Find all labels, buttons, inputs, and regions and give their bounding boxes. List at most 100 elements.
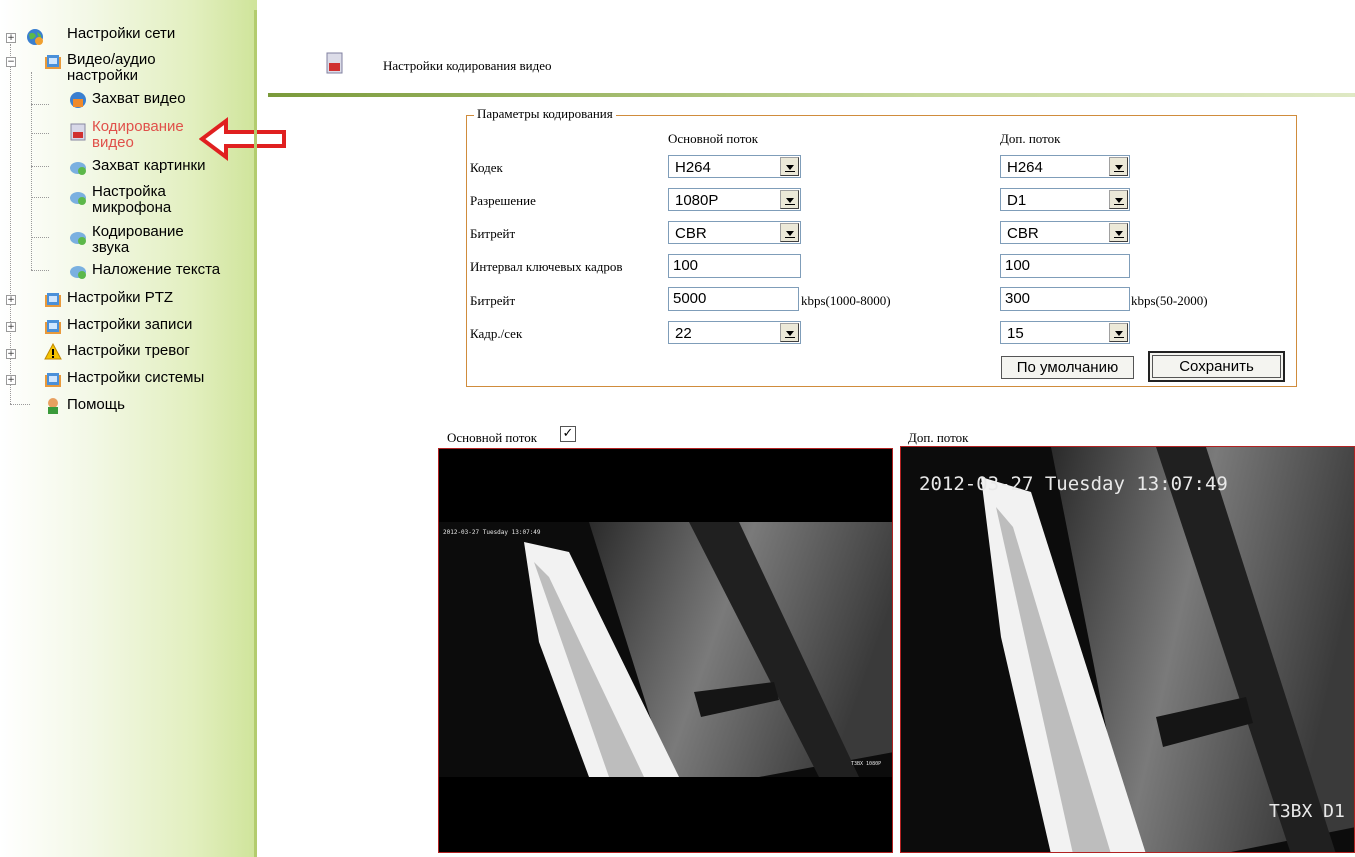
sidebar-border [254,10,257,857]
sub-stream-frame [901,447,1354,852]
sidebar-item-video-capture[interactable]: Захват видео [92,91,186,107]
dropdown-arrow-icon[interactable] [1109,157,1128,176]
main-bitrate-mode-select[interactable]: CBR [668,221,801,244]
codec-label: Кодек [470,160,503,175]
tree-line [31,72,32,270]
sub-keyframe-input[interactable]: 100 [1000,254,1130,278]
dropdown-arrow-icon[interactable] [1109,190,1128,209]
tree-line [31,166,49,167]
sidebar-item-label: настройки [67,67,139,84]
red-arrow-icon [199,117,286,161]
page-title: Настройки кодирования видео [383,58,552,73]
tree-line [10,404,30,405]
select-value: CBR [1007,225,1039,242]
sidebar-item-video-audio[interactable]: Видео/аудио настройки [67,52,156,84]
sidebar-item-microphone[interactable]: Настройка микрофона [92,184,171,216]
video-capture-icon [70,92,86,108]
main-keyframe-input[interactable]: 100 [668,254,801,278]
expand-plus-icon[interactable]: + [6,33,16,43]
sidebar-item-video-encoding[interactable]: Кодирование видео [92,119,184,151]
document-icon [326,52,343,74]
main-resolution-select[interactable]: 1080P [668,188,801,211]
header-divider [268,93,1355,97]
expand-plus-icon[interactable]: + [6,322,16,332]
sidebar-tree: + Настройки сети − Видео/аудио настройки… [0,0,286,857]
sidebar-item-label: Кодирование [92,223,184,240]
sub-osd-timestamp: 2012-03-27 Tuesday 13:07:49 [919,473,1228,495]
sub-resolution-select[interactable]: D1 [1000,188,1130,211]
audio-icon [70,232,86,245]
expand-plus-icon[interactable]: + [6,375,16,385]
sidebar-item-label: Видео/аудио [67,51,156,68]
fieldset-legend: Параметры кодирования [474,106,616,122]
sidebar-item-label: звука [92,239,130,256]
select-value: 22 [675,325,692,342]
select-value: D1 [1007,192,1027,209]
dropdown-arrow-icon[interactable] [1109,223,1128,242]
text-overlay-icon [70,266,86,279]
sidebar-item-label: Кодирование [92,118,184,135]
sidebar-item-label: Настройка [92,183,166,200]
select-value: 15 [1007,325,1024,342]
select-value: H264 [1007,159,1043,176]
network-globe-icon [27,29,43,45]
expand-plus-icon[interactable]: + [6,295,16,305]
tree-line [31,197,49,198]
save-button-label: Сохранить [1152,355,1281,378]
main-stream-header: Основной поток [668,131,759,146]
dropdown-arrow-icon[interactable] [780,157,799,176]
select-value: 1080P [675,192,719,209]
sidebar-item-label: микрофона [92,199,172,216]
main-osd-timestamp: 2012-03-27 Tuesday 13:07:49 [443,529,541,536]
help-icon [48,398,58,414]
sub-stream-video: 2012-03-27 Tuesday 13:07:49 T3BX D1 [900,446,1355,853]
main-codec-select[interactable]: H264 [668,155,801,178]
dropdown-arrow-icon[interactable] [780,223,799,242]
sub-bitrate-mode-select[interactable]: CBR [1000,221,1130,244]
sidebar-item-network[interactable]: Настройки сети [67,26,175,42]
sidebar-item-system[interactable]: Настройки системы [67,370,204,386]
sub-osd-camera-name: T3BX D1 [1269,801,1345,822]
dropdown-arrow-icon[interactable] [1109,323,1128,342]
sidebar-item-help[interactable]: Помощь [67,397,125,413]
save-button[interactable]: Сохранить [1148,351,1285,382]
dropdown-arrow-icon[interactable] [780,190,799,209]
main-bitrate-input[interactable]: 5000 [668,287,799,311]
main-fps-select[interactable]: 22 [668,321,801,344]
encoding-params-fieldset [466,115,1297,387]
sidebar-item-picture-capture[interactable]: Захват картинки [92,158,205,174]
sub-preview-label: Доп. поток [908,430,969,445]
main-stream-frame [439,522,892,777]
sub-bitrate-input[interactable]: 300 [1000,287,1130,311]
bitrate-label: Битрейт [470,293,516,308]
main-preview-checkbox[interactable]: ✓ [560,426,576,442]
picture-capture-icon [70,162,86,175]
sub-fps-select[interactable]: 15 [1000,321,1130,344]
tree-line [31,104,49,105]
sidebar-item-recording[interactable]: Настройки записи [67,317,192,333]
document-icon [70,123,86,141]
tree-line [31,237,49,238]
collapse-minus-icon[interactable]: − [6,57,16,67]
expand-plus-icon[interactable]: + [6,349,16,359]
folder-icon [45,373,61,387]
default-button[interactable]: По умолчанию [1001,356,1134,379]
dropdown-arrow-icon[interactable] [780,323,799,342]
tree-line [31,270,49,271]
sidebar-item-audio-encoding[interactable]: Кодирование звука [92,224,184,256]
sub-stream-header: Доп. поток [1000,131,1061,146]
main-preview-label: Основной поток [447,430,538,445]
main-stream-video: 2012-03-27 Tuesday 13:07:49 T3BX 1080P [438,448,893,853]
folder-icon [45,55,61,69]
sub-bitrate-hint: kbps(50-2000) [1131,293,1208,308]
sidebar-item-text-overlay[interactable]: Наложение текста [92,262,220,278]
sidebar-item-alarms[interactable]: Настройки тревог [67,343,190,359]
warning-icon [44,343,62,360]
folder-icon [45,320,61,334]
sidebar-item-ptz[interactable]: Настройки PTZ [67,290,173,306]
sub-codec-select[interactable]: H264 [1000,155,1130,178]
sidebar-item-label: видео [92,134,134,151]
fps-label: Кадр./сек [470,326,523,341]
keyframe-interval-label: Интервал ключевых кадров [470,259,623,274]
main-bitrate-hint: kbps(1000-8000) [801,293,891,308]
